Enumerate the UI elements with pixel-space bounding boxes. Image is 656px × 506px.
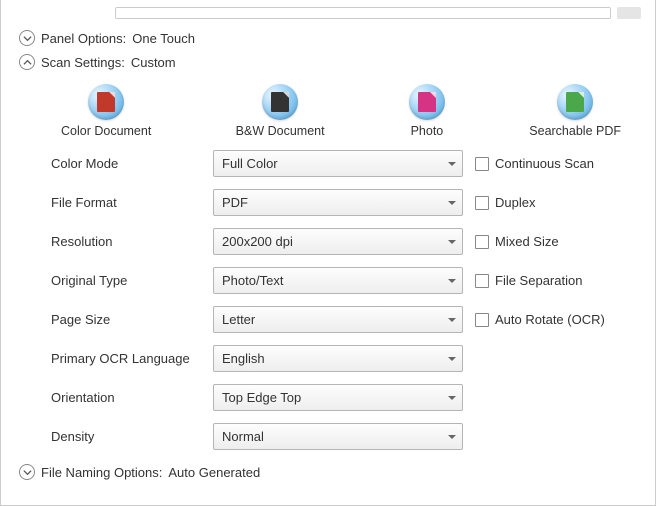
scan-settings-title: Scan Settings: bbox=[41, 55, 125, 70]
panel-options-title: Panel Options: bbox=[41, 31, 126, 46]
page-size-select[interactable]: Letter bbox=[213, 306, 463, 333]
chevron-up-icon bbox=[19, 54, 35, 70]
ocr-language-label: Primary OCR Language bbox=[51, 351, 201, 366]
pdf-green-icon bbox=[557, 84, 593, 120]
profile-searchable-pdf[interactable]: Searchable PDF bbox=[529, 84, 621, 138]
top-input-fragment[interactable] bbox=[115, 7, 611, 19]
chevron-down-icon bbox=[19, 464, 35, 480]
original-type-select[interactable]: Photo/Text bbox=[213, 267, 463, 294]
file-separation-checkbox[interactable]: File Separation bbox=[475, 273, 635, 288]
photo-pink-icon bbox=[409, 84, 445, 120]
panel-options-header[interactable]: Panel Options: One Touch bbox=[15, 26, 641, 50]
checkbox-box bbox=[475, 274, 489, 288]
file-naming-header[interactable]: File Naming Options: Auto Generated bbox=[15, 460, 641, 484]
checkbox-label: File Separation bbox=[495, 273, 582, 288]
profile-label: B&W Document bbox=[236, 124, 325, 138]
checkbox-box bbox=[475, 235, 489, 249]
resolution-value: 200x200 dpi bbox=[222, 234, 293, 249]
density-value: Normal bbox=[222, 429, 264, 444]
orientation-value: Top Edge Top bbox=[222, 390, 301, 405]
continuous-scan-checkbox[interactable]: Continuous Scan bbox=[475, 156, 635, 171]
color-mode-select[interactable]: Full Color bbox=[213, 150, 463, 177]
density-select[interactable]: Normal bbox=[213, 423, 463, 450]
orientation-select[interactable]: Top Edge Top bbox=[213, 384, 463, 411]
file-format-value: PDF bbox=[222, 195, 248, 210]
resolution-select[interactable]: 200x200 dpi bbox=[213, 228, 463, 255]
top-remnant bbox=[115, 6, 641, 20]
scan-settings-body: Color Document B&W Document Photo Search… bbox=[15, 74, 641, 456]
original-type-value: Photo/Text bbox=[222, 273, 283, 288]
checkbox-label: Auto Rotate (OCR) bbox=[495, 312, 605, 327]
file-naming-value: Auto Generated bbox=[168, 465, 260, 480]
color-mode-value: Full Color bbox=[222, 156, 278, 171]
auto-rotate-ocr-checkbox[interactable]: Auto Rotate (OCR) bbox=[475, 312, 635, 327]
file-format-select[interactable]: PDF bbox=[213, 189, 463, 216]
checkbox-label: Duplex bbox=[495, 195, 535, 210]
panel-options-value: One Touch bbox=[132, 31, 195, 46]
resolution-label: Resolution bbox=[51, 234, 201, 249]
pdf-red-icon bbox=[88, 84, 124, 120]
checkbox-label: Mixed Size bbox=[495, 234, 559, 249]
profile-color-document[interactable]: Color Document bbox=[61, 84, 151, 138]
mixed-size-checkbox[interactable]: Mixed Size bbox=[475, 234, 635, 249]
profile-label: Searchable PDF bbox=[529, 124, 621, 138]
color-mode-label: Color Mode bbox=[51, 156, 201, 171]
chevron-down-icon bbox=[19, 30, 35, 46]
ocr-language-value: English bbox=[222, 351, 265, 366]
profile-label: Photo bbox=[411, 124, 444, 138]
pdf-gray-icon bbox=[262, 84, 298, 120]
profile-photo[interactable]: Photo bbox=[409, 84, 445, 138]
density-label: Density bbox=[51, 429, 201, 444]
original-type-label: Original Type bbox=[51, 273, 201, 288]
profile-label: Color Document bbox=[61, 124, 151, 138]
top-button-fragment[interactable] bbox=[617, 7, 641, 19]
scan-settings-value: Custom bbox=[131, 55, 176, 70]
orientation-label: Orientation bbox=[51, 390, 201, 405]
checkbox-box bbox=[475, 313, 489, 327]
checkbox-label: Continuous Scan bbox=[495, 156, 594, 171]
file-naming-title: File Naming Options: bbox=[41, 465, 162, 480]
duplex-checkbox[interactable]: Duplex bbox=[475, 195, 635, 210]
scan-settings-header[interactable]: Scan Settings: Custom bbox=[15, 50, 641, 74]
profile-bw-document[interactable]: B&W Document bbox=[236, 84, 325, 138]
file-format-label: File Format bbox=[51, 195, 201, 210]
profile-row: Color Document B&W Document Photo Search… bbox=[51, 80, 631, 150]
checkbox-box bbox=[475, 157, 489, 171]
page-size-value: Letter bbox=[222, 312, 255, 327]
settings-grid: Color Mode Full Color Continuous Scan Fi… bbox=[51, 150, 631, 450]
ocr-language-select[interactable]: English bbox=[213, 345, 463, 372]
page-size-label: Page Size bbox=[51, 312, 201, 327]
checkbox-box bbox=[475, 196, 489, 210]
